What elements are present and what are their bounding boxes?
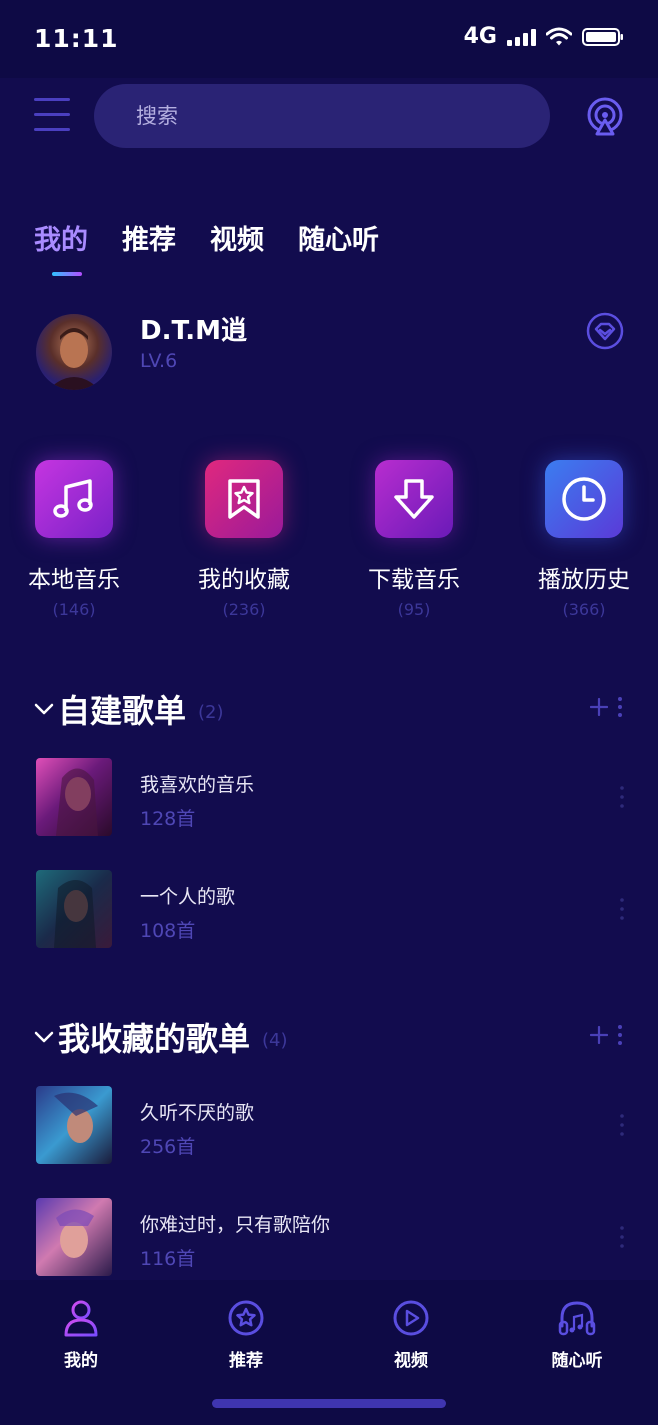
quick-favorites[interactable]: 我的收藏 (236) [174, 460, 314, 619]
star-bookmark-icon [205, 460, 283, 538]
nav-label: 视频 [394, 1351, 428, 1371]
nav-label: 随心听 [551, 1351, 603, 1371]
status-time: 11:11 [34, 24, 119, 53]
quick-count: (95) [397, 600, 431, 619]
nav-label: 推荐 [229, 1351, 263, 1371]
chevron-down-icon[interactable] [34, 1030, 54, 1044]
section-title: 我收藏的歌单 [58, 1020, 251, 1058]
profile-name[interactable]: D.T.M逍 [140, 310, 247, 347]
quick-downloads[interactable]: 下载音乐 (95) [344, 460, 484, 619]
airplay-icon[interactable] [584, 96, 626, 138]
add-icon[interactable] [590, 1026, 608, 1044]
nav-random-listen[interactable]: 随心听 [527, 1298, 627, 1371]
star-circle-icon [228, 1300, 264, 1336]
chevron-down-icon[interactable] [34, 702, 54, 716]
section-created-header[interactable]: 自建歌单 (2) [34, 686, 224, 732]
nav-recommend[interactable]: 推荐 [196, 1298, 296, 1371]
more-vertical-icon[interactable] [612, 896, 632, 922]
wifi-icon [546, 27, 572, 45]
playlist-count: 128首 [140, 808, 196, 830]
playlist-count: 116首 [140, 1248, 196, 1270]
quick-label: 播放历史 [538, 567, 630, 593]
section-count: (4) [262, 1029, 288, 1051]
download-arrow-icon [375, 460, 453, 538]
nav-mine[interactable]: 我的 [31, 1298, 131, 1371]
status-bar: 11:11 4G [0, 0, 658, 78]
battery-icon [582, 27, 623, 46]
playlist-item[interactable]: 一个人的歌 108首 [36, 870, 636, 948]
quick-local-music[interactable]: 本地音乐 (146) [4, 460, 144, 619]
top-tabs: 我的 推荐 视频 随心听 [34, 218, 379, 257]
playlist-name: 久听不厌的歌 [140, 1102, 255, 1124]
active-tab-indicator [52, 272, 82, 276]
playlist-name: 你难过时，只有歌陪你 [140, 1214, 331, 1236]
tab-random-listen[interactable]: 随心听 [298, 218, 379, 257]
more-vertical-icon[interactable] [612, 784, 632, 810]
app-screen: 11:11 4G 我的 [0, 0, 658, 1425]
nav-label: 我的 [64, 1351, 98, 1371]
avatar[interactable] [36, 314, 112, 390]
quick-history[interactable]: 播放历史 (366) [514, 460, 654, 619]
tab-video[interactable]: 视频 [210, 218, 264, 257]
tab-recommend[interactable]: 推荐 [122, 218, 176, 257]
quick-label: 本地音乐 [28, 567, 120, 593]
playlist-item[interactable]: 我喜欢的音乐 128首 [36, 758, 636, 836]
music-note-icon [35, 460, 113, 538]
signal-icon [507, 28, 536, 46]
diamond-icon[interactable] [586, 312, 624, 350]
playlist-count: 256首 [140, 1136, 196, 1158]
playlist-count: 108首 [140, 920, 196, 942]
section-title: 自建歌单 [58, 692, 187, 730]
playlist-item[interactable]: 你难过时，只有歌陪你 116首 [36, 1198, 636, 1276]
quick-count: (236) [222, 600, 266, 619]
search-bar[interactable] [94, 84, 550, 148]
playlist-cover [36, 758, 112, 836]
more-vertical-icon[interactable] [616, 1024, 624, 1046]
section-collected-header[interactable]: 我收藏的歌单 (4) [34, 1014, 288, 1060]
tab-mine[interactable]: 我的 [34, 218, 88, 257]
nav-video[interactable]: 视频 [361, 1298, 461, 1371]
user-icon [64, 1300, 98, 1337]
menu-button[interactable] [34, 98, 72, 134]
section-collected-actions [590, 1024, 624, 1046]
playlist-cover [36, 870, 112, 948]
more-vertical-icon[interactable] [612, 1224, 632, 1250]
quick-count: (366) [562, 600, 606, 619]
profile-level: LV.6 [140, 350, 178, 372]
playlist-cover [36, 1086, 112, 1164]
playlist-item[interactable]: 久听不厌的歌 256首 [36, 1086, 636, 1164]
quick-label: 下载音乐 [368, 567, 460, 593]
playlist-name: 我喜欢的音乐 [140, 774, 255, 796]
search-input[interactable] [94, 84, 550, 148]
quick-label: 我的收藏 [198, 567, 290, 593]
more-vertical-icon[interactable] [616, 696, 624, 718]
quick-count: (146) [52, 600, 96, 619]
section-created-actions [590, 696, 624, 718]
playlist-name: 一个人的歌 [140, 886, 236, 908]
clock-icon [545, 460, 623, 538]
status-indicators: 4G [464, 24, 624, 49]
play-circle-icon [393, 1300, 429, 1336]
headphones-icon [558, 1301, 596, 1336]
network-type: 4G [463, 24, 497, 49]
add-icon[interactable] [590, 698, 608, 716]
playlist-cover [36, 1198, 112, 1276]
home-indicator[interactable] [212, 1399, 446, 1408]
section-count: (2) [198, 701, 224, 723]
more-vertical-icon[interactable] [612, 1112, 632, 1138]
